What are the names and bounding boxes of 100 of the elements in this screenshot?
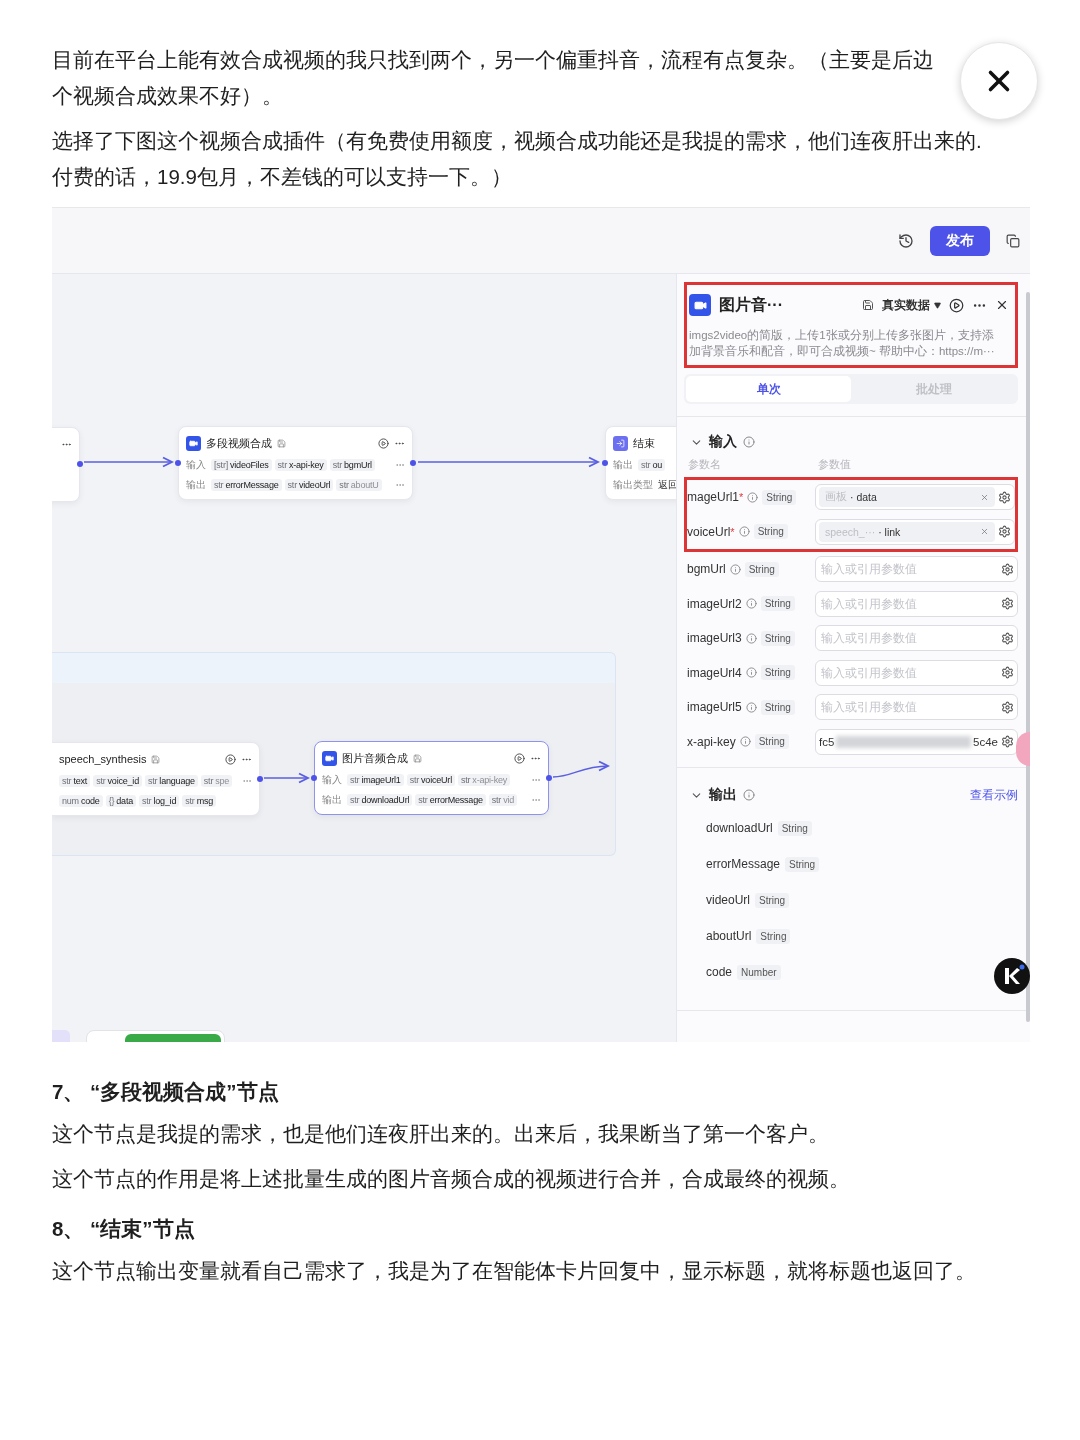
settings-icon[interactable] xyxy=(1001,666,1014,680)
video-icon xyxy=(322,750,337,766)
workflow-node[interactable]: 结束 输出 str ou 输出类型 返回 xyxy=(605,426,676,500)
output-type: 返回 xyxy=(658,477,676,492)
type-badge: String xyxy=(744,561,779,577)
article-paragraph: 这个节点输出变量就看自己需求了，我是为了在智能体卡片回复中，显示标题，就将标题也返回了。 xyxy=(52,1258,977,1284)
settings-icon[interactable] xyxy=(1001,631,1014,645)
logo-icon[interactable] xyxy=(994,958,1030,994)
close-icon[interactable] xyxy=(995,298,1009,312)
type-badge: String xyxy=(756,928,791,944)
save-icon xyxy=(413,753,422,763)
variable-chip: str text xyxy=(59,774,91,787)
output-name: videoUrl xyxy=(706,893,750,907)
variable-chip: str x-api-key xyxy=(457,773,511,786)
caret-icon xyxy=(934,301,941,309)
view-example-link[interactable]: 查看示例 xyxy=(970,786,1018,804)
save-icon xyxy=(277,438,286,448)
mode-tab[interactable]: 单次 xyxy=(686,376,851,402)
save-icon[interactable] xyxy=(862,299,874,311)
data-mode-dropdown[interactable]: 真实数据 xyxy=(882,296,941,314)
clear-icon[interactable] xyxy=(980,527,989,537)
variable-chip: str x-api-key xyxy=(274,458,327,471)
connection-port[interactable] xyxy=(602,460,608,466)
connection-port[interactable] xyxy=(546,775,552,781)
info-icon[interactable] xyxy=(739,736,751,748)
info-icon[interactable] xyxy=(745,667,757,679)
node-title: 图片音频合成 xyxy=(342,750,408,766)
variable-chip: str imageUrl1 xyxy=(347,773,404,786)
info-icon[interactable] xyxy=(729,563,741,575)
connection-port[interactable] xyxy=(311,775,317,781)
scrollbar[interactable] xyxy=(1026,292,1030,1022)
play-icon[interactable] xyxy=(949,297,964,313)
type-badge: String xyxy=(777,820,812,836)
connection-port[interactable] xyxy=(77,461,83,467)
article-paragraph: 这个节点是我提的需求，也是他们连夜肝出来的。出来后，我果断当了第一个客户。 xyxy=(52,1121,830,1147)
info-icon[interactable] xyxy=(745,632,757,644)
node-title: 多段视频合成 xyxy=(206,435,272,451)
param-name: imageUrl3 xyxy=(687,631,742,646)
param-name: imageUrl4 xyxy=(687,665,742,680)
param-field[interactable]: fc5 5c4e xyxy=(815,728,1018,755)
type-badge: String xyxy=(762,489,797,505)
variable-chip: str vid xyxy=(488,793,518,806)
settings-icon[interactable] xyxy=(998,490,1011,504)
info-icon[interactable] xyxy=(747,491,759,503)
settings-icon[interactable] xyxy=(1001,735,1014,749)
row-label: 输出 xyxy=(613,457,633,472)
type-badge: String xyxy=(760,630,795,646)
node-description: imgs2video的简版，上传1张或分别上传多张图片，支持添 加背景音乐和配音，即可合成视频~ 帮助中心：https://m··· xyxy=(688,328,996,359)
row-label: 输入 xyxy=(322,772,342,787)
workflow-node[interactable]: 图片音频合成 输入 str imageUrl1 str voiceUrl str x-api-key 输出 str downloadUrl str errorMessage str vid xyxy=(314,741,549,815)
variable-chip: str log_id xyxy=(139,794,180,807)
workflow-node[interactable]: speech_synthesis str text str voice_id str language str spe num code {} data str log_id str msg xyxy=(52,742,260,816)
video-icon xyxy=(186,435,201,451)
type-badge: Number xyxy=(737,964,781,980)
variable-chip: str errorMessage xyxy=(415,793,486,806)
node-title: speech_synthesis xyxy=(59,753,147,765)
type-badge: String xyxy=(760,596,795,612)
variable-chip: {} data xyxy=(105,794,136,807)
variable-chip: str bgmUrl xyxy=(329,458,375,471)
column-header: 参数值 xyxy=(818,457,852,472)
node-title: 结束 xyxy=(633,435,655,451)
required-mark: * xyxy=(730,525,735,538)
info-icon[interactable] xyxy=(745,701,757,713)
variable-chip: str spe xyxy=(200,774,233,787)
section-heading: 8、 “结束”节点 xyxy=(52,1216,196,1242)
close-button[interactable] xyxy=(960,42,1038,120)
output-name: downloadUrl xyxy=(706,821,773,835)
clear-icon[interactable] xyxy=(980,492,989,502)
row-label: 输出 xyxy=(322,792,342,807)
history-icon[interactable] xyxy=(898,232,914,249)
variable-chip: str downloadUrl xyxy=(347,793,413,806)
row-label: 输出类型 xyxy=(613,477,653,492)
settings-icon[interactable] xyxy=(1001,562,1014,576)
workflow-node[interactable]: 多段视频合成 输入 [str] videoFiles str x-api-key str bgmUrl 输出 str errorMessage str videoUrl str aboutU xyxy=(178,426,413,500)
param-name: bgmUrl xyxy=(687,562,726,577)
video-icon xyxy=(689,294,711,316)
info-icon[interactable] xyxy=(738,526,750,538)
variable-chip: num code xyxy=(59,794,103,807)
variable-chip: str language xyxy=(144,774,198,787)
settings-icon[interactable] xyxy=(1001,597,1014,611)
panel-title: 图片音··· xyxy=(719,294,783,315)
connector-arrow xyxy=(552,760,609,778)
param-name: imageUrl2 xyxy=(687,596,742,611)
connection-port[interactable] xyxy=(175,460,181,466)
publish-button[interactable]: 发布 xyxy=(930,225,990,256)
connection-port[interactable] xyxy=(257,776,263,782)
type-badge: String xyxy=(753,524,788,540)
variable-chip: str errorMessage xyxy=(211,478,282,491)
connection-port[interactable] xyxy=(410,460,416,466)
article-paragraph: 目前在平台上能有效合成视频的我只找到两个，另一个偏重抖音，流程有点复杂。（主要是后边 个视频合成效果不好）。 xyxy=(52,47,934,109)
copy-icon[interactable] xyxy=(1006,233,1020,248)
settings-icon[interactable] xyxy=(1001,700,1014,714)
param-name: imageUrl5 xyxy=(687,700,742,715)
variable-chip: str voiceUrl xyxy=(406,773,455,786)
info-icon[interactable] xyxy=(745,598,757,610)
row-label: 输入 xyxy=(186,457,206,472)
type-badge: String xyxy=(785,856,820,872)
settings-icon[interactable] xyxy=(998,525,1011,539)
output-name: errorMessage xyxy=(706,857,781,871)
type-badge: String xyxy=(760,665,795,681)
